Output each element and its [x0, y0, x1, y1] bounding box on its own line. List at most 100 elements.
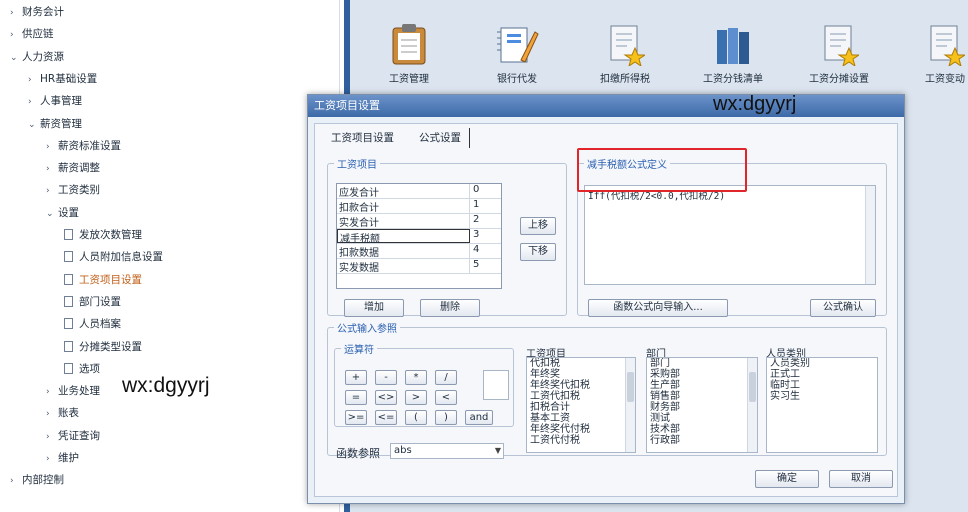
sidebar-item[interactable]: 部门设置 — [64, 292, 121, 312]
function-ref-select[interactable]: abs ▼ — [390, 443, 504, 459]
move-down-button[interactable]: 下移 — [520, 243, 556, 261]
table-row[interactable]: 应发合计 0 — [337, 184, 501, 199]
list-item[interactable]: 代扣税 — [527, 358, 635, 369]
item-order: 0 — [473, 184, 480, 195]
sidebar-item[interactable]: › 工资类别 — [46, 180, 100, 200]
chevron-down-icon: ⌄ — [46, 208, 54, 219]
notebook-pencil-icon — [482, 22, 552, 66]
department-listbox[interactable]: 部门 采购部 生产部 销售部 财务部 测试 技术部 行政部 — [646, 357, 758, 453]
sidebar-item-label: 财务会计 — [22, 6, 64, 18]
operator-button[interactable]: < — [435, 390, 457, 405]
table-row[interactable]: 扣款合计 1 — [337, 199, 501, 214]
chevron-right-icon: › — [10, 8, 14, 18]
sidebar-item-label: 部门设置 — [79, 295, 121, 308]
formula-scrollbar[interactable] — [865, 186, 875, 284]
sidebar-item[interactable]: › HR基础设置 — [28, 69, 97, 89]
desktop-shortcut[interactable]: 扣缴所得税 — [590, 22, 660, 85]
operator-button[interactable]: and — [465, 410, 493, 425]
operator-button[interactable]: > — [405, 390, 427, 405]
operator-button[interactable]: - — [375, 370, 397, 385]
operator-button[interactable]: = — [345, 390, 367, 405]
desktop-shortcut[interactable]: 工资分钱清单 — [698, 22, 768, 85]
list-item[interactable]: 年终奖代扣税 — [527, 380, 635, 391]
function-wizard-button[interactable]: 函数公式向导输入... — [588, 299, 728, 317]
list-item[interactable]: 生产部 — [647, 380, 757, 391]
sidebar-item[interactable]: › 供应链 — [10, 24, 54, 44]
table-row-selected[interactable]: 减手税额 3 — [337, 229, 501, 245]
sidebar-item[interactable]: 人员档案 — [64, 314, 121, 334]
sidebar-item[interactable]: 分摊类型设置 — [64, 337, 142, 357]
desktop-shortcut[interactable]: 工资变动 — [910, 22, 968, 85]
desktop-shortcut-label: 工资分钱清单 — [703, 74, 763, 85]
salary-item-listbox[interactable]: 代扣税 年终奖 年终奖代扣税 工资代扣税 扣税合计 基本工资 年终奖代付税 工资代付税 — [526, 357, 636, 453]
sidebar-item[interactable]: ⌄ 设置 — [46, 203, 79, 223]
sidebar-item[interactable]: 工资项目设置 — [64, 270, 142, 290]
list-item[interactable]: 行政部 — [647, 435, 757, 446]
cancel-button[interactable]: 取消 — [829, 470, 893, 488]
desktop-shortcut[interactable]: 银行代发 — [482, 22, 552, 85]
sidebar-item[interactable]: 发放次数管理 — [64, 225, 142, 245]
table-row[interactable]: 实发合计 2 — [337, 214, 501, 229]
list-item[interactable]: 临时工 — [767, 380, 877, 391]
sidebar-item[interactable]: 选项 — [64, 359, 100, 379]
operator-button[interactable]: <= — [375, 410, 397, 425]
list-item[interactable]: 年终奖 — [527, 369, 635, 380]
list-item[interactable]: 财务部 — [647, 402, 757, 413]
ok-button[interactable]: 确定 — [755, 470, 819, 488]
person-category-listbox[interactable]: 人员类别 正式工 临时工 实习生 — [766, 357, 878, 453]
list-item[interactable]: 测试 — [647, 413, 757, 424]
formula-confirm-button[interactable]: 公式确认 — [810, 299, 876, 317]
list-item[interactable]: 实习生 — [767, 391, 877, 402]
list-item[interactable]: 销售部 — [647, 391, 757, 402]
sidebar-item[interactable]: › 内部控制 — [10, 470, 64, 490]
listbox-scrollbar[interactable] — [747, 358, 757, 452]
operator-button[interactable]: >= — [345, 410, 367, 425]
list-item[interactable]: 基本工资 — [527, 413, 635, 424]
tab-salary-items[interactable]: 工资项目设置 — [323, 128, 402, 148]
list-item[interactable]: 部门 — [647, 358, 757, 369]
sidebar-item[interactable]: 人员附加信息设置 — [64, 247, 163, 267]
operator-button[interactable]: / — [435, 370, 457, 385]
item-name: 应发合计 — [337, 184, 470, 199]
sidebar-item[interactable]: › 人事管理 — [28, 91, 82, 111]
listbox-scrollbar[interactable] — [625, 358, 635, 452]
dialog-title-bar[interactable]: 工资项目设置 — [308, 95, 904, 117]
sidebar-item[interactable]: ⌄ 薪资管理 — [28, 114, 82, 134]
list-item[interactable]: 扣税合计 — [527, 402, 635, 413]
operator-button[interactable]: ( — [405, 410, 427, 425]
formula-editor[interactable]: Iff(代扣税/2<0.0,代扣税/2) — [584, 185, 876, 285]
list-item[interactable]: 工资代付税 — [527, 435, 635, 446]
desktop-shortcut[interactable]: 工资管理 — [374, 22, 444, 85]
sidebar-item-label: 人员附加信息设置 — [79, 251, 163, 264]
list-item[interactable]: 人员类别 — [767, 358, 877, 369]
sidebar-item[interactable]: › 凭证查询 — [46, 426, 100, 446]
sidebar-item-label: 薪资管理 — [40, 117, 82, 130]
move-up-button[interactable]: 上移 — [520, 217, 556, 235]
operator-button[interactable]: + — [345, 370, 367, 385]
sidebar-item[interactable]: › 薪资标准设置 — [46, 136, 121, 156]
operator-button[interactable]: ) — [435, 410, 457, 425]
sidebar-item[interactable]: › 维护 — [46, 448, 79, 468]
tab-formula-settings[interactable]: 公式设置 — [411, 128, 470, 148]
operator-button[interactable]: <> — [375, 390, 397, 405]
delete-button[interactable]: 删除 — [420, 299, 480, 317]
sidebar-item[interactable]: › 账表 — [46, 403, 79, 423]
list-item[interactable]: 采购部 — [647, 369, 757, 380]
item-order: 1 — [473, 199, 480, 210]
operator-button[interactable]: * — [405, 370, 427, 385]
sidebar-item[interactable]: › 业务处理 — [46, 381, 100, 401]
sidebar-item[interactable]: › 财务会计 — [10, 2, 64, 22]
salary-items-legend: 工资项目 — [337, 160, 377, 171]
table-row[interactable]: 实发数据 5 — [337, 259, 501, 274]
sidebar-item[interactable]: ⌄ 人力资源 — [10, 47, 64, 67]
add-button[interactable]: 增加 — [344, 299, 404, 317]
list-item[interactable]: 正式工 — [767, 369, 877, 380]
desktop-shortcut[interactable]: 工资分摊设置 — [804, 22, 874, 85]
table-row[interactable]: 扣款数据 4 — [337, 244, 501, 259]
sidebar-item[interactable]: › 薪资调整 — [46, 158, 100, 178]
sidebar-item-label: 凭证查询 — [58, 429, 100, 442]
list-item[interactable]: 年终奖代付税 — [527, 424, 635, 435]
list-item[interactable]: 技术部 — [647, 424, 757, 435]
department-list: 部门 采购部 生产部 销售部 财务部 测试 技术部 行政部 — [647, 358, 757, 446]
list-item[interactable]: 工资代扣税 — [527, 391, 635, 402]
